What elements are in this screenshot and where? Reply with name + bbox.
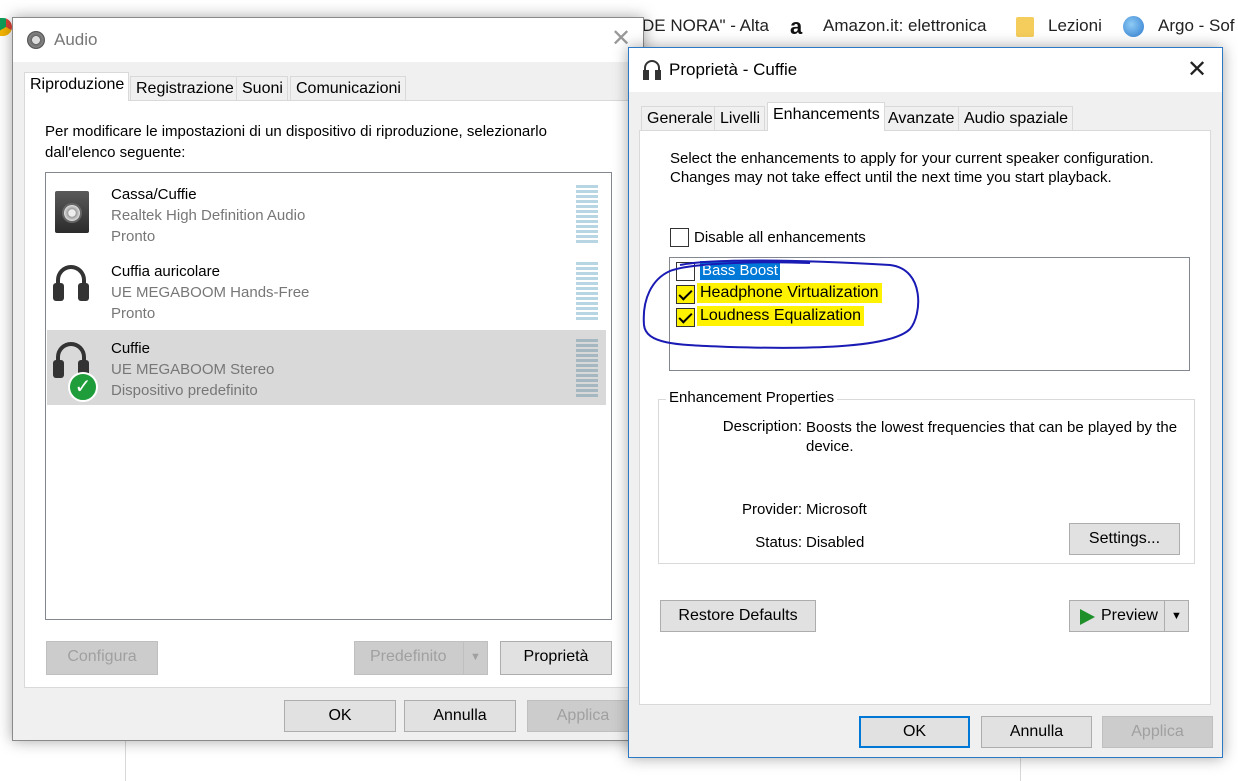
instruction-text: Per modificare le impostazioni di un dis… <box>45 123 547 161</box>
bookmark-partial[interactable]: DE NORA" - Alta <box>642 16 769 36</box>
tab-comunicazioni[interactable]: Comunicazioni <box>290 76 406 101</box>
proprieta-button[interactable]: Proprietà <box>500 641 612 675</box>
status-label: Status: <box>755 534 802 551</box>
audio-title: Audio <box>54 30 98 49</box>
description-label: Description: <box>722 418 802 435</box>
group-label: Enhancement Properties <box>666 389 838 406</box>
device-driver: UE MEGABOOM Stereo <box>111 361 275 378</box>
speaker-icon <box>27 31 45 49</box>
tab-riproduzione[interactable]: Riproduzione <box>24 72 130 101</box>
restore-defaults-button[interactable]: Restore Defaults <box>660 600 816 632</box>
headphones-icon <box>643 60 661 80</box>
description-value: Boosts the lowest frequencies that can b… <box>806 419 1178 455</box>
disable-all-checkbox[interactable] <box>670 228 689 247</box>
list-item[interactable]: ✓ Cuffie UE MEGABOOM Stereo Dispositivo … <box>47 330 606 405</box>
annotation-circle <box>642 259 920 349</box>
tab-enhancements[interactable]: Enhancements <box>767 102 885 131</box>
predefinito-label: Predefinito <box>370 648 447 665</box>
device-driver: Realtek High Definition Audio <box>111 207 306 224</box>
device-status: Pronto <box>111 305 156 322</box>
bookmark-argo[interactable]: Argo - Sof <box>1158 16 1235 36</box>
enhancements-panel: Select the enhancements to apply for you… <box>639 130 1211 705</box>
tab-suoni[interactable]: Suoni <box>236 76 288 101</box>
volume-meter <box>576 262 598 320</box>
properties-window: Proprietà - Cuffie ✕ Generale Livelli En… <box>628 47 1223 758</box>
play-icon <box>1080 609 1095 625</box>
audio-panel: Per modificare le impostazioni di un dis… <box>24 100 634 688</box>
volume-meter <box>576 339 598 397</box>
device-status: Dispositivo predefinito <box>111 382 258 399</box>
ok-button[interactable]: OK <box>859 716 970 748</box>
speaker-box-icon <box>55 191 89 233</box>
provider-label: Provider: <box>741 501 802 518</box>
settings-button[interactable]: Settings... <box>1069 523 1180 555</box>
list-item[interactable]: Cassa/Cuffie Realtek High Definition Aud… <box>47 176 606 251</box>
background-divider <box>125 740 126 781</box>
device-status: Pronto <box>111 228 156 245</box>
applica-button[interactable]: Applica <box>527 700 639 732</box>
predefinito-button[interactable]: Predefinito ▼ <box>354 641 488 675</box>
bookmark-lezioni[interactable]: Lezioni <box>1048 16 1102 36</box>
audio-window: Audio ✕ Riproduzione Registrazione Suoni… <box>12 17 644 741</box>
tab-registrazione[interactable]: Registrazione <box>130 76 239 101</box>
properties-titlebar: Proprietà - Cuffie ✕ <box>629 48 1222 92</box>
headset-icon <box>53 265 89 305</box>
annulla-button[interactable]: Annulla <box>981 716 1092 748</box>
preview-button[interactable]: Preview ▼ <box>1069 600 1189 632</box>
dropdown-arrow-icon[interactable]: ▼ <box>1164 601 1188 631</box>
close-icon[interactable]: ✕ <box>1187 58 1207 82</box>
globe-icon <box>1123 16 1144 37</box>
annulla-button[interactable]: Annulla <box>404 700 516 732</box>
background-divider <box>1020 757 1021 781</box>
volume-meter <box>576 185 598 243</box>
tab-audio-spaziale[interactable]: Audio spaziale <box>958 106 1074 131</box>
intro-text: Select the enhancements to apply for you… <box>670 150 1154 186</box>
disable-all-label[interactable]: Disable all enhancements <box>694 229 866 246</box>
device-driver: UE MEGABOOM Hands-Free <box>111 284 310 301</box>
device-name: Cassa/Cuffie <box>111 186 197 203</box>
list-item[interactable]: Cuffia auricolare UE MEGABOOM Hands-Free… <box>47 253 606 328</box>
device-name: Cuffia auricolare <box>111 263 220 280</box>
dropdown-arrow-icon[interactable]: ▼ <box>463 642 487 674</box>
provider-value: Microsoft <box>806 501 867 518</box>
ok-button[interactable]: OK <box>284 700 396 732</box>
audio-titlebar: Audio ✕ <box>13 18 643 62</box>
chrome-icon <box>0 18 12 36</box>
folder-icon <box>1016 17 1034 37</box>
applica-button[interactable]: Applica <box>1102 716 1213 748</box>
preview-label: Preview <box>1101 607 1158 624</box>
status-value: Disabled <box>806 534 865 551</box>
device-list[interactable]: Cassa/Cuffie Realtek High Definition Aud… <box>45 172 612 620</box>
tab-avanzate[interactable]: Avanzate <box>882 106 960 131</box>
tab-livelli[interactable]: Livelli <box>714 106 766 131</box>
default-check-icon: ✓ <box>68 372 98 402</box>
bookmark-amazon[interactable]: Amazon.it: elettronica <box>823 16 995 36</box>
amazon-icon: a <box>790 14 803 39</box>
tab-generale[interactable]: Generale <box>641 106 718 131</box>
device-name: Cuffie <box>111 340 150 357</box>
configura-button[interactable]: Configura <box>46 641 158 675</box>
properties-title: Proprietà - Cuffie <box>669 60 798 79</box>
